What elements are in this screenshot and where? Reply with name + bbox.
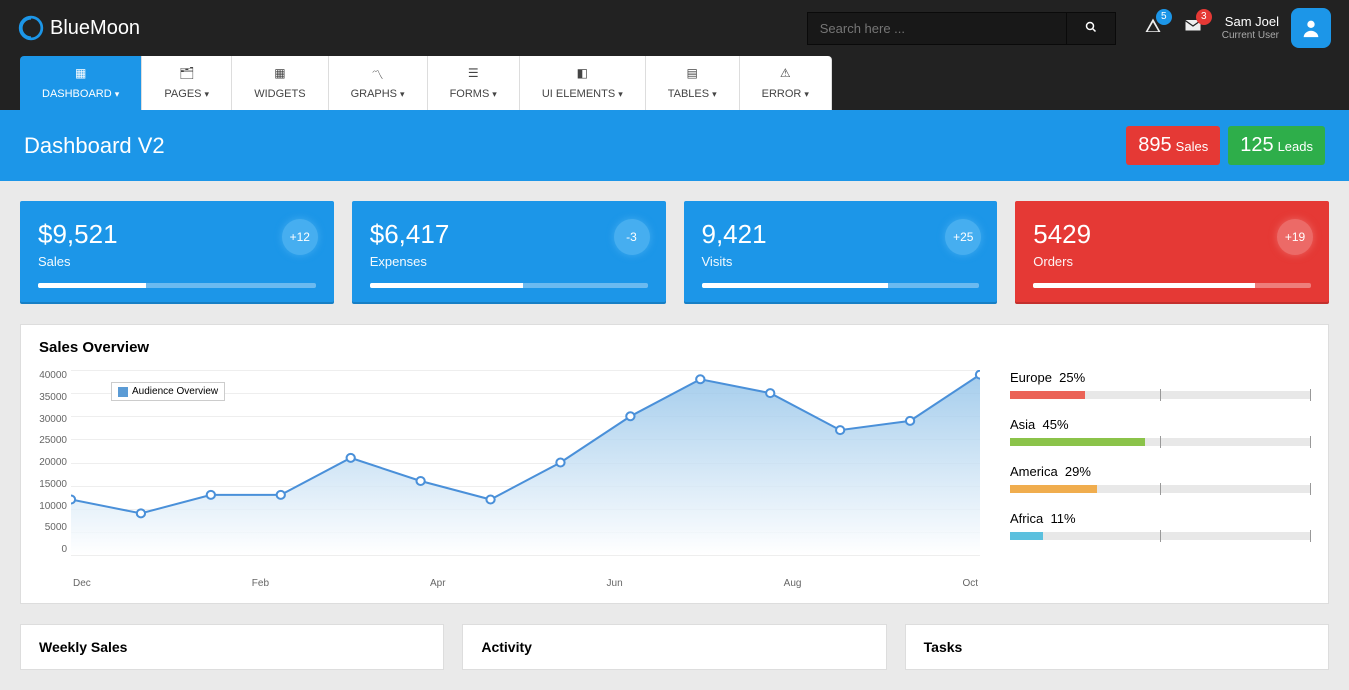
page-header: Dashboard V2 895Sales 125Leads [0,110,1349,181]
region-africa: Africa 11% [1010,511,1310,540]
card-value: 5429 [1033,219,1311,250]
brand-logo[interactable]: BlueMoon [18,15,140,41]
page-title: Dashboard V2 [24,133,165,159]
card-progress [1033,283,1311,288]
tab-icon: ☰ [450,66,497,82]
card-label: Visits [702,254,980,269]
regions-list: Europe 25% Asia 45% America 29% Africa 11% [1010,370,1310,585]
search-input[interactable] [807,12,1067,45]
tab-tables[interactable]: ▤TABLES▾ [646,56,740,110]
tab-icon: ⚠ [762,66,809,82]
card-progress [38,283,316,288]
stat-card-orders[interactable]: 5429 Orders+19 [1015,201,1329,304]
user-name: Sam Joel [1222,14,1279,30]
region-name: Africa [1010,511,1043,526]
stat-card-visits[interactable]: 9,421 Visits+25 [684,201,998,304]
user-role: Current User [1222,30,1279,42]
tab-icon: 🗂 [164,66,209,82]
card-delta-badge: +12 [282,219,318,255]
sales-overview-title: Sales Overview [21,325,1328,370]
search-icon [1085,21,1097,33]
leads-pill[interactable]: 125Leads [1228,126,1325,165]
user-block[interactable]: Sam Joel Current User [1222,14,1279,42]
region-name: America [1010,464,1058,479]
stat-cards-row: $9,521 Sales+12 $6,417 Expenses-3 9,421 Visit… [20,201,1329,304]
tab-pages[interactable]: 🗂PAGES▾ [142,56,232,110]
main-nav: ▦DASHBOARD▾🗂PAGES▾▦WIDGETS〽GRAPHS▾☰FORMS… [0,56,1349,110]
card-label: Expenses [370,254,648,269]
tasks-panel: Tasks [905,624,1329,670]
search-form [807,12,1116,45]
bottom-row: Weekly Sales Activity Tasks [20,624,1329,670]
moon-icon [18,15,44,41]
region-pct: 29% [1065,464,1091,479]
region-pct: 45% [1043,417,1069,432]
card-delta-badge: +19 [1277,219,1313,255]
card-progress [702,283,980,288]
card-value: $9,521 [38,219,316,250]
tab-icon: 〽 [351,66,405,82]
brand-text: BlueMoon [50,17,140,40]
mail-badge: 3 [1196,9,1212,25]
tab-widgets[interactable]: ▦WIDGETS [232,56,328,110]
card-value: 9,421 [702,219,980,250]
stat-card-sales[interactable]: $9,521 Sales+12 [20,201,334,304]
region-pct: 11% [1050,511,1075,526]
alerts-button[interactable]: 5 [1144,17,1162,40]
region-name: Europe [1010,370,1052,385]
card-delta-badge: -3 [614,219,650,255]
card-delta-badge: +25 [945,219,981,255]
region-pct: 25% [1059,370,1085,385]
user-icon [1300,17,1322,39]
region-europe: Europe 25% [1010,370,1310,399]
sales-chart: 4000035000300002500020000150001000050000… [71,370,980,585]
card-label: Orders [1033,254,1311,269]
tab-icon: ◧ [542,66,623,82]
region-name: Asia [1010,417,1035,432]
mail-button[interactable]: 3 [1184,17,1202,40]
region-asia: Asia 45% [1010,417,1310,446]
activity-panel: Activity [462,624,886,670]
tab-icon: ▦ [254,66,305,82]
legend-swatch [118,387,128,397]
region-bar [1010,532,1310,540]
tab-error[interactable]: ⚠ERROR▾ [740,56,832,110]
region-america: America 29% [1010,464,1310,493]
tab-icon: ▤ [668,66,717,82]
tab-forms[interactable]: ☰FORMS▾ [428,56,520,110]
tab-graphs[interactable]: 〽GRAPHS▾ [329,56,428,110]
chart-legend: Audience Overview [111,382,225,401]
card-value: $6,417 [370,219,648,250]
sales-pill[interactable]: 895Sales [1126,126,1220,165]
topbar: BlueMoon 5 3 Sam Joel Current User [0,0,1349,56]
region-bar [1010,391,1310,399]
card-label: Sales [38,254,316,269]
card-progress [370,283,648,288]
alerts-badge: 5 [1156,9,1172,25]
region-bar [1010,485,1310,493]
top-icons: 5 3 [1144,17,1202,40]
region-bar [1010,438,1310,446]
sales-overview-panel: Sales Overview 4000035000300002500020000… [20,324,1329,604]
stat-card-expenses[interactable]: $6,417 Expenses-3 [352,201,666,304]
tab-dashboard[interactable]: ▦DASHBOARD▾ [20,56,142,110]
avatar[interactable] [1291,8,1331,48]
search-button[interactable] [1067,12,1116,45]
weekly-sales-panel: Weekly Sales [20,624,444,670]
tab-ui-elements[interactable]: ◧UI ELEMENTS▾ [520,56,646,110]
tab-icon: ▦ [42,66,119,82]
